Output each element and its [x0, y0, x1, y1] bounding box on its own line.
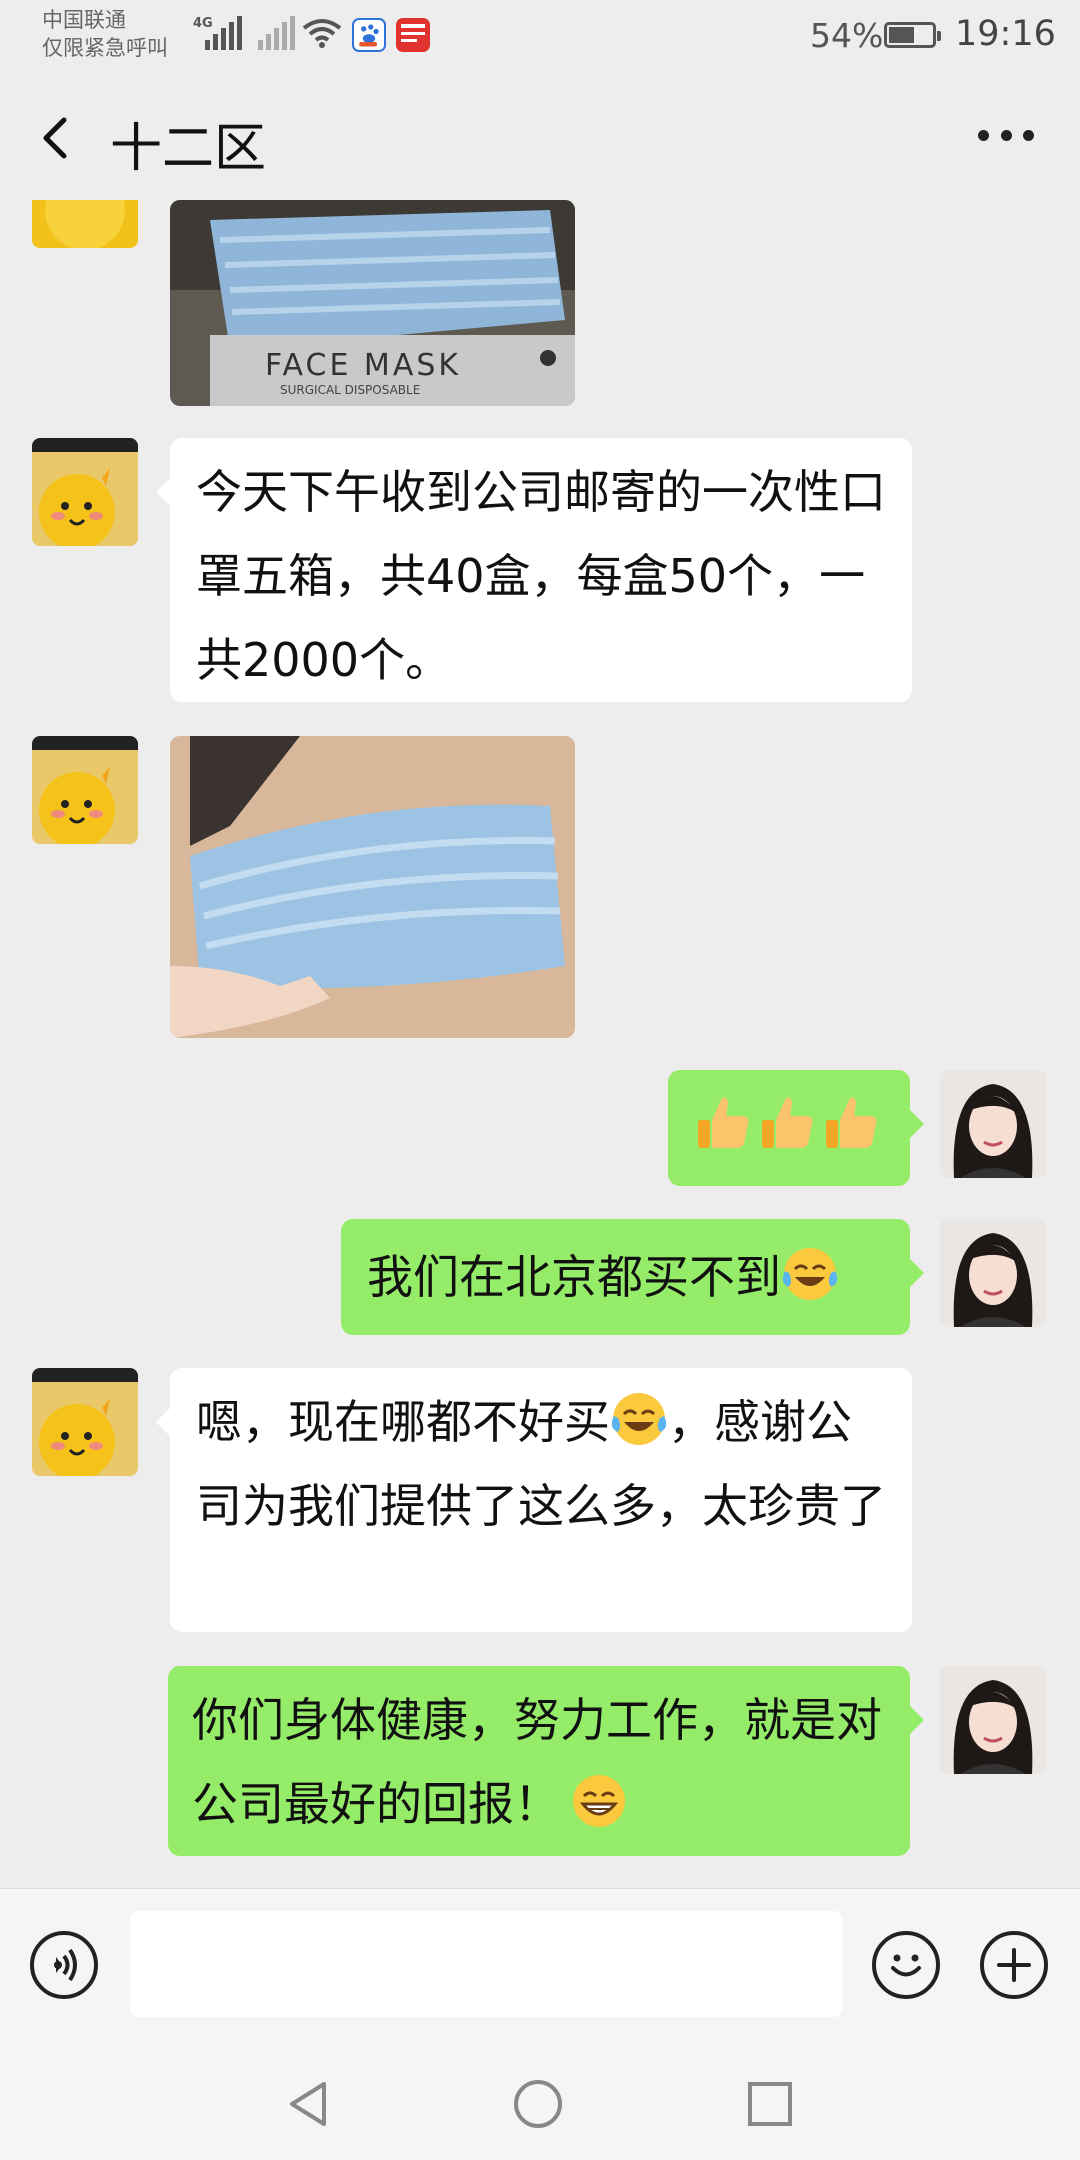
back-chevron-icon[interactable] — [36, 116, 76, 160]
sender-avatar[interactable] — [32, 1368, 138, 1476]
baidu-app-icon — [352, 18, 386, 52]
chat-header: 十二区 — [0, 70, 1080, 200]
message-list[interactable]: FACE MASK SURGICAL DISPOSABLE 今天下午收到公司邮寄… — [0, 200, 1080, 1888]
my-avatar[interactable] — [940, 1666, 1046, 1774]
clock: 19:16 — [955, 14, 1056, 54]
crying-laughing-emoji — [782, 1248, 838, 1300]
woman-avatar-icon — [940, 1219, 1046, 1327]
signal-icon — [205, 14, 242, 50]
more-icon[interactable] — [978, 130, 1034, 146]
carrier-info: 中国联通 仅限紧急呼叫 — [42, 6, 168, 62]
woman-avatar-icon — [940, 1666, 1046, 1774]
message-bubble-incoming[interactable]: 今天下午收到公司邮寄的一次性口罩五箱，共40盒，每盒50个，一共2000个。 — [156, 438, 912, 702]
svg-text:SURGICAL DISPOSABLE: SURGICAL DISPOSABLE — [280, 383, 420, 397]
battery-percent: 54% — [810, 16, 884, 55]
chick-avatar-icon — [32, 736, 138, 844]
wifi-icon — [302, 19, 342, 48]
status-bar: 中国联通 仅限紧急呼叫 4G 54% 19:16 — [0, 0, 1080, 70]
square-recents-icon[interactable] — [746, 2080, 794, 2128]
thumbs-up-icon — [698, 1097, 749, 1148]
mask-box-photo: FACE MASK SURGICAL DISPOSABLE — [170, 200, 575, 406]
message-bubble-incoming[interactable]: 嗯，现在哪都不好买 ，感谢公司为我们提供了这么多，太珍贵了 — [156, 1368, 912, 1632]
battery-icon — [884, 22, 941, 48]
message-bubble-outgoing[interactable] — [668, 1070, 924, 1186]
my-avatar[interactable] — [940, 1219, 1046, 1327]
message-image-mask[interactable] — [170, 736, 575, 1038]
kuaibao-app-icon — [396, 18, 430, 52]
circle-home-icon[interactable] — [512, 2078, 564, 2130]
crying-laughing-emoji — [611, 1393, 667, 1445]
message-bubble-outgoing[interactable]: 我们在北京都买不到 — [341, 1219, 924, 1335]
message-text: 你们身体健康，努力工作，就是对公司最好的回报！ — [192, 1693, 882, 1831]
message-input[interactable] — [130, 1911, 842, 2017]
message-text: 我们在北京都买不到 — [367, 1250, 781, 1304]
thumbs-up-icon — [826, 1097, 877, 1148]
message-text: 今天下午收到公司邮寄的一次性口罩五箱，共40盒，每盒50个，一共2000个。 — [196, 465, 886, 687]
mask-photo — [170, 736, 575, 1038]
plus-icon[interactable] — [980, 1931, 1048, 1999]
message-bubble-outgoing[interactable]: 你们身体健康，努力工作，就是对公司最好的回报！ — [168, 1666, 924, 1856]
message-image-mask-box[interactable]: FACE MASK SURGICAL DISPOSABLE — [170, 200, 575, 406]
input-bar — [0, 1888, 1080, 2045]
smiley-icon[interactable] — [872, 1931, 940, 1999]
my-avatar[interactable] — [940, 1070, 1046, 1178]
triangle-back-icon[interactable] — [286, 2080, 330, 2128]
chick-avatar-icon — [32, 1368, 138, 1476]
sender-avatar[interactable] — [32, 736, 138, 844]
signal-2-icon — [258, 14, 295, 50]
system-nav-bar — [0, 2044, 1080, 2160]
sender-avatar[interactable] — [32, 438, 138, 546]
thumbs-up-icon — [762, 1097, 813, 1148]
emergency-only-label: 仅限紧急呼叫 — [42, 36, 168, 60]
chat-title: 十二区 — [110, 119, 267, 179]
woman-avatar-icon — [940, 1070, 1046, 1178]
svg-text:FACE MASK: FACE MASK — [265, 348, 461, 383]
carrier-name: 中国联通 — [42, 8, 126, 32]
chick-avatar-icon — [32, 438, 138, 546]
grinning-emoji — [573, 1775, 625, 1827]
sender-avatar[interactable] — [32, 200, 138, 248]
voice-icon[interactable] — [30, 1931, 98, 1999]
message-text-part1: 嗯，现在哪都不好买 — [196, 1395, 610, 1449]
